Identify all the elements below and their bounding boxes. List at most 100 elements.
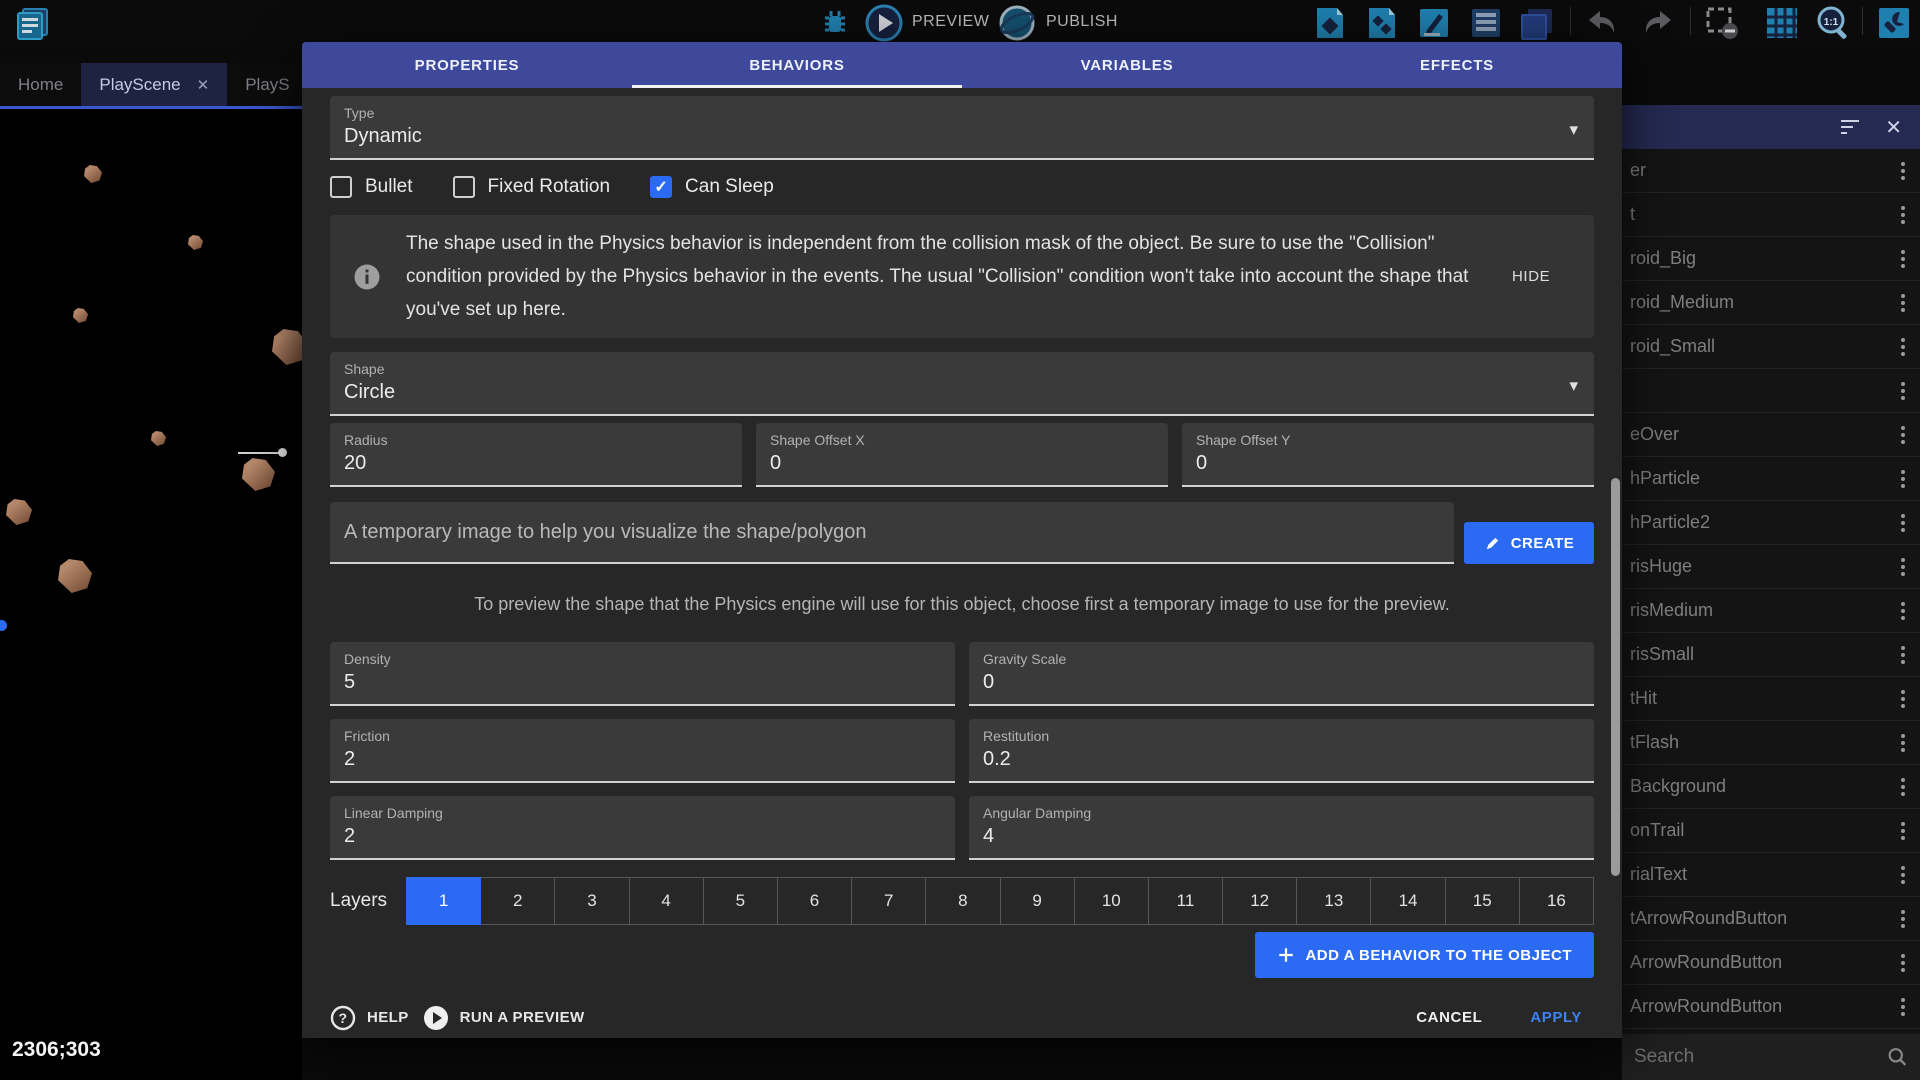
list-item[interactable]: rialText [1622, 853, 1920, 897]
kebab-menu-icon[interactable] [1886, 426, 1920, 444]
list-item[interactable]: risSmall [1622, 633, 1920, 677]
search-input[interactable] [1634, 1046, 1879, 1068]
asteroid-sprite[interactable] [84, 165, 102, 183]
list-item[interactable]: roid_Small [1622, 325, 1920, 369]
type-select[interactable]: Type Dynamic ▾ [330, 96, 1594, 160]
shape-offset-y-field[interactable]: Shape Offset Y 0 [1182, 423, 1594, 487]
tab-variables[interactable]: VARIABLES [962, 42, 1292, 88]
kebab-menu-icon[interactable] [1886, 822, 1920, 840]
create-button[interactable]: CREATE [1464, 522, 1594, 564]
grid-icon[interactable] [1762, 3, 1802, 43]
gravity-scale-field[interactable]: Gravity Scale 0 [969, 642, 1594, 706]
kebab-menu-icon[interactable] [1886, 646, 1920, 664]
layer-cell-12[interactable]: 12 [1223, 877, 1297, 925]
list-item[interactable]: ArrowRoundButton [1622, 941, 1920, 985]
kebab-menu-icon[interactable] [1886, 690, 1920, 708]
list-item[interactable]: risMedium [1622, 589, 1920, 633]
layer-cell-10[interactable]: 10 [1075, 877, 1149, 925]
layer-cell-3[interactable]: 3 [555, 877, 629, 925]
objects-list-icon[interactable] [1310, 3, 1350, 43]
list-item[interactable]: eOver [1622, 413, 1920, 457]
tab-close-icon[interactable]: ✕ [197, 76, 210, 94]
list-item[interactable]: tFlash [1622, 721, 1920, 765]
layer-cell-5[interactable]: 5 [704, 877, 778, 925]
can-sleep-checkbox[interactable]: ✓ Can Sleep [650, 176, 774, 198]
selection-handle-dot[interactable] [0, 620, 7, 631]
list-item[interactable]: hParticle2 [1622, 501, 1920, 545]
kebab-menu-icon[interactable] [1886, 470, 1920, 488]
list-item[interactable]: ArrowRoundButton [1622, 985, 1920, 1029]
checkbox-box[interactable] [453, 176, 475, 198]
list-item[interactable]: roid_Big [1622, 237, 1920, 281]
layer-cell-11[interactable]: 11 [1149, 877, 1223, 925]
hide-button[interactable]: HIDE [1500, 260, 1562, 293]
layers-icon[interactable] [1516, 3, 1556, 43]
kebab-menu-icon[interactable] [1886, 910, 1920, 928]
physics-gizmo-dot[interactable] [278, 448, 287, 457]
kebab-menu-icon[interactable] [1886, 294, 1920, 312]
kebab-menu-icon[interactable] [1886, 778, 1920, 796]
list-item[interactable]: hParticle [1622, 457, 1920, 501]
checkbox-box[interactable] [330, 176, 352, 198]
bullet-checkbox[interactable]: Bullet [330, 176, 413, 198]
restitution-field[interactable]: Restitution 0.2 [969, 719, 1594, 783]
tab-properties[interactable]: PROPERTIES [302, 42, 632, 88]
layer-cell-9[interactable]: 9 [1001, 877, 1075, 925]
kebab-menu-icon[interactable] [1886, 338, 1920, 356]
fixed-rotation-checkbox[interactable]: Fixed Rotation [453, 176, 611, 198]
layer-cell-6[interactable]: 6 [778, 877, 852, 925]
tab-home[interactable]: Home [0, 63, 81, 106]
publish-globe-icon[interactable] [997, 3, 1037, 43]
linear-damping-field[interactable]: Linear Damping 2 [330, 796, 955, 860]
zoom-1-1-icon[interactable]: 1:1 [1813, 3, 1853, 43]
asteroid-sprite[interactable] [6, 499, 32, 525]
edit-scene-properties-icon[interactable] [1414, 3, 1454, 43]
dialog-scrollbar[interactable] [1611, 478, 1620, 876]
delete-instances-icon[interactable] [1702, 3, 1742, 43]
layer-cell-2[interactable]: 2 [481, 877, 555, 925]
density-field[interactable]: Density 5 [330, 642, 955, 706]
list-item[interactable]: onTrail [1622, 809, 1920, 853]
redo-icon[interactable] [1637, 3, 1677, 43]
debug-icon[interactable] [815, 3, 855, 43]
kebab-menu-icon[interactable] [1886, 998, 1920, 1016]
scene-canvas[interactable] [0, 106, 302, 1080]
undo-icon[interactable] [1583, 3, 1623, 43]
kebab-menu-icon[interactable] [1886, 954, 1920, 972]
run-preview-button[interactable]: RUN A PREVIEW [423, 1005, 585, 1031]
shape-offset-x-field[interactable]: Shape Offset X 0 [756, 423, 1168, 487]
layer-cell-14[interactable]: 14 [1371, 877, 1445, 925]
kebab-menu-icon[interactable] [1886, 866, 1920, 884]
layer-cell-1[interactable]: 1 [406, 877, 481, 925]
kebab-menu-icon[interactable] [1886, 162, 1920, 180]
layer-cell-4[interactable]: 4 [630, 877, 704, 925]
list-item[interactable]: risHuge [1622, 545, 1920, 589]
tab-playscene[interactable]: PlayScene ✕ [81, 63, 227, 106]
tab-behaviors[interactable]: BEHAVIORS [632, 42, 962, 88]
asteroid-sprite[interactable] [272, 329, 302, 365]
help-button[interactable]: ? HELP [330, 1005, 409, 1031]
temp-image-input[interactable] [344, 521, 1440, 544]
preview-button[interactable]: PREVIEW [912, 13, 989, 31]
asteroid-sprite[interactable] [151, 431, 166, 446]
layer-cell-7[interactable]: 7 [852, 877, 926, 925]
list-item[interactable] [1622, 369, 1920, 413]
tab-playscene-events[interactable]: PlayS [227, 63, 302, 106]
tab-effects[interactable]: EFFECTS [1292, 42, 1622, 88]
list-item[interactable]: roid_Medium [1622, 281, 1920, 325]
settings-wrench-icon[interactable] [1874, 3, 1914, 43]
layer-cell-16[interactable]: 16 [1520, 877, 1594, 925]
publish-button[interactable]: PUBLISH [1046, 13, 1118, 31]
layer-cell-15[interactable]: 15 [1446, 877, 1520, 925]
checkbox-check-icon[interactable]: ✓ [650, 176, 672, 198]
close-icon[interactable]: ✕ [1885, 115, 1902, 140]
kebab-menu-icon[interactable] [1886, 206, 1920, 224]
list-item[interactable]: Background [1622, 765, 1920, 809]
list-item[interactable]: tArrowRoundButton [1622, 897, 1920, 941]
asteroid-sprite[interactable] [58, 559, 92, 593]
angular-damping-field[interactable]: Angular Damping 4 [969, 796, 1594, 860]
list-item[interactable]: er [1622, 149, 1920, 193]
asteroid-sprite[interactable] [188, 235, 203, 250]
kebab-menu-icon[interactable] [1886, 734, 1920, 752]
list-item[interactable]: tHit [1622, 677, 1920, 721]
